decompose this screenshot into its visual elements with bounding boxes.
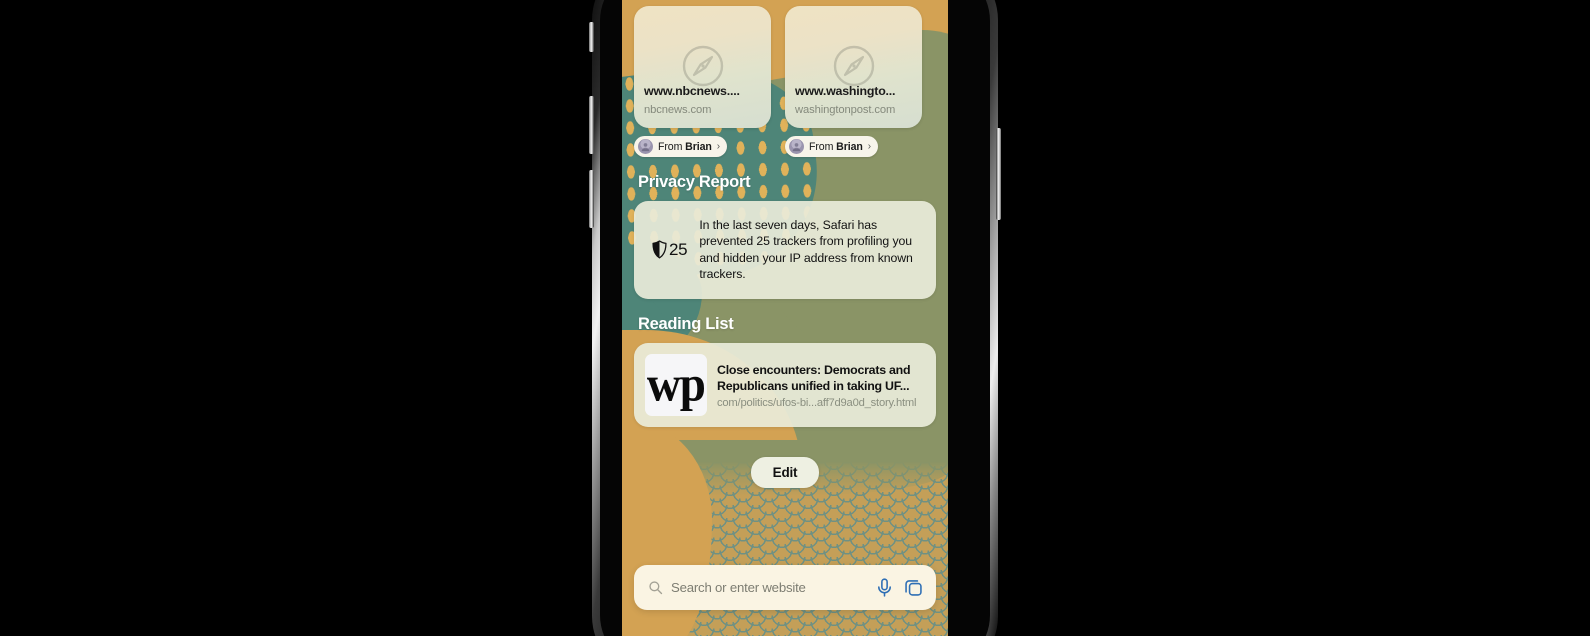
shared-from-pill[interactable]: From Brian › xyxy=(634,136,728,157)
search-bar[interactable]: Search or enter website xyxy=(634,565,936,610)
favorite-title: www.washingto... xyxy=(795,84,896,98)
favorite-title: www.nbcnews.... xyxy=(644,84,740,98)
reading-list-item-title: Close encounters: Democrats and Republic… xyxy=(717,362,911,393)
favorite-tile[interactable]: www.nbcnews.... nbcnews.com xyxy=(634,6,771,128)
volume-up-button[interactable] xyxy=(589,96,594,154)
washington-post-logo: wp xyxy=(645,354,707,417)
silent-switch-button[interactable] xyxy=(589,22,594,52)
shared-from-text: From Brian xyxy=(658,141,712,153)
volume-down-button[interactable] xyxy=(589,170,594,228)
privacy-report-card[interactable]: 25 In the last seven days, Safari has pr… xyxy=(634,201,936,300)
start-page-content: www.nbcnews.... nbcnews.com From Brian › xyxy=(622,0,948,636)
washington-post-logo-text: wp xyxy=(647,357,706,413)
reading-list-item-url: com/politics/ufos-bi...aff7d9a0d_story.h… xyxy=(717,397,917,409)
avatar xyxy=(789,139,804,154)
tracker-count: 25 xyxy=(669,239,688,259)
chevron-right-icon: › xyxy=(867,140,872,152)
favorite-host: nbcnews.com xyxy=(644,104,712,116)
avatar xyxy=(638,139,653,154)
shared-from-pill[interactable]: From Brian › xyxy=(785,136,879,157)
shared-from-name: Brian xyxy=(685,140,712,153)
privacy-report-body: In the last seven days, Safari has preve… xyxy=(699,218,913,282)
favorite-item-washingtonpost: www.washingto... washingtonpost.com From… xyxy=(785,6,922,157)
phone-screen: www.nbcnews.... nbcnews.com From Brian › xyxy=(622,0,948,636)
tabs-overview-icon[interactable] xyxy=(903,577,924,598)
tracker-count-group: 25 xyxy=(652,239,688,260)
power-button[interactable] xyxy=(996,128,1001,220)
person-icon xyxy=(792,143,801,152)
reading-list-heading: Reading List xyxy=(638,315,734,334)
shared-from-text: From Brian xyxy=(809,141,863,153)
shared-from-label: From xyxy=(658,140,686,153)
safari-compass-icon xyxy=(833,45,874,87)
edit-button[interactable]: Edit xyxy=(750,457,820,489)
edit-row: Edit xyxy=(634,457,936,489)
shield-icon xyxy=(652,240,667,259)
screenshot-stage: www.nbcnews.... nbcnews.com From Brian › xyxy=(0,0,1590,636)
favorite-item-nbcnews: www.nbcnews.... nbcnews.com From Brian › xyxy=(634,6,771,157)
favorites-row: www.nbcnews.... nbcnews.com From Brian › xyxy=(634,0,936,157)
person-icon xyxy=(641,143,650,152)
microphone-icon[interactable] xyxy=(874,577,895,598)
shared-from-label: From xyxy=(809,140,837,153)
favorite-tile[interactable]: www.washingto... washingtonpost.com xyxy=(785,6,922,128)
shared-from-name: Brian xyxy=(836,140,863,153)
reading-list-item-body: Close encounters: Democrats and Republic… xyxy=(717,362,924,409)
safari-compass-icon xyxy=(682,45,723,87)
privacy-report-heading: Privacy Report xyxy=(638,173,751,191)
chevron-right-icon: › xyxy=(716,140,721,152)
reading-list-item[interactable]: wp Close encounters: Democrats and Repub… xyxy=(634,343,936,428)
favorite-host: washingtonpost.com xyxy=(795,104,896,116)
search-input[interactable]: Search or enter website xyxy=(671,580,866,595)
search-icon xyxy=(649,581,663,595)
